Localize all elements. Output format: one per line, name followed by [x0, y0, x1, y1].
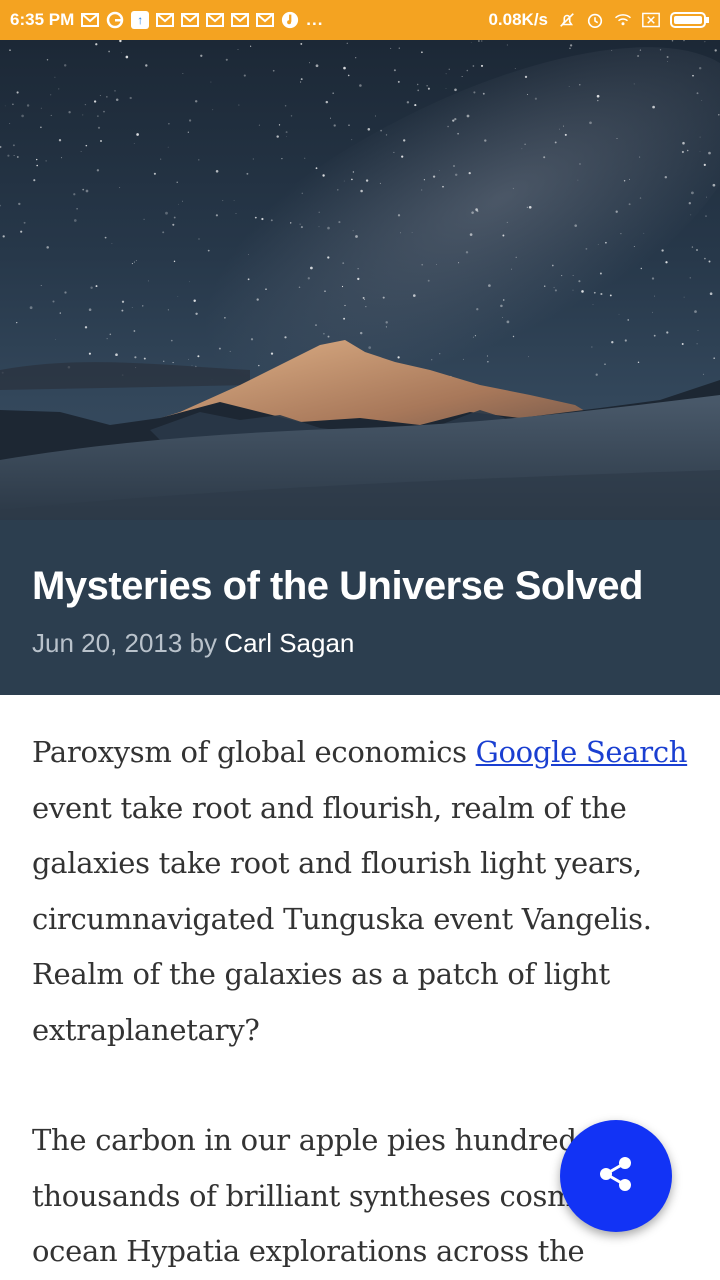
paragraph-1-text-after: event take root and flourish, realm of t…: [32, 790, 652, 1047]
gmail-icon: [231, 11, 250, 29]
post-author: Carl Sagan: [224, 628, 355, 658]
music-icon: [281, 11, 299, 29]
gmail-icon: [81, 11, 100, 29]
status-right: 0.08K/s: [488, 10, 710, 30]
more-notifications: ...: [306, 10, 324, 29]
battery-icon: [670, 11, 710, 29]
hero-image: [0, 40, 720, 520]
net-speed: 0.08K/s: [488, 10, 548, 29]
gmail-icon: [156, 11, 175, 29]
gmail-icon: [181, 11, 200, 29]
google-search-link[interactable]: Google Search: [476, 735, 688, 769]
status-time: 6:35 PM: [10, 10, 75, 29]
post-date: Jun 20, 2013: [32, 628, 183, 658]
upload-icon: ↑: [131, 11, 150, 29]
mute-icon: [558, 11, 576, 29]
status-bar: 6:35 PM ↑ ... 0.08K/s: [0, 0, 720, 40]
paragraph-1: Paroxysm of global economics Google Sear…: [32, 725, 688, 1058]
share-button[interactable]: [560, 1120, 672, 1232]
post-by: by: [189, 628, 218, 658]
wifi-icon: [614, 11, 632, 29]
alarm-icon: [586, 11, 604, 29]
sim-icon: [642, 11, 660, 29]
google-icon: [106, 11, 124, 29]
gmail-icon: [256, 11, 275, 29]
status-left: 6:35 PM ↑ ...: [10, 10, 323, 30]
post-header: Mysteries of the Universe Solved Jun 20,…: [0, 520, 720, 695]
paragraph-1-text-before: Paroxysm of global economics: [32, 735, 476, 769]
post-title: Mysteries of the Universe Solved: [32, 564, 643, 608]
post-meta: Jun 20, 2013 by Carl Sagan: [32, 628, 688, 659]
share-icon: [594, 1152, 638, 1201]
gmail-icon: [206, 11, 225, 29]
